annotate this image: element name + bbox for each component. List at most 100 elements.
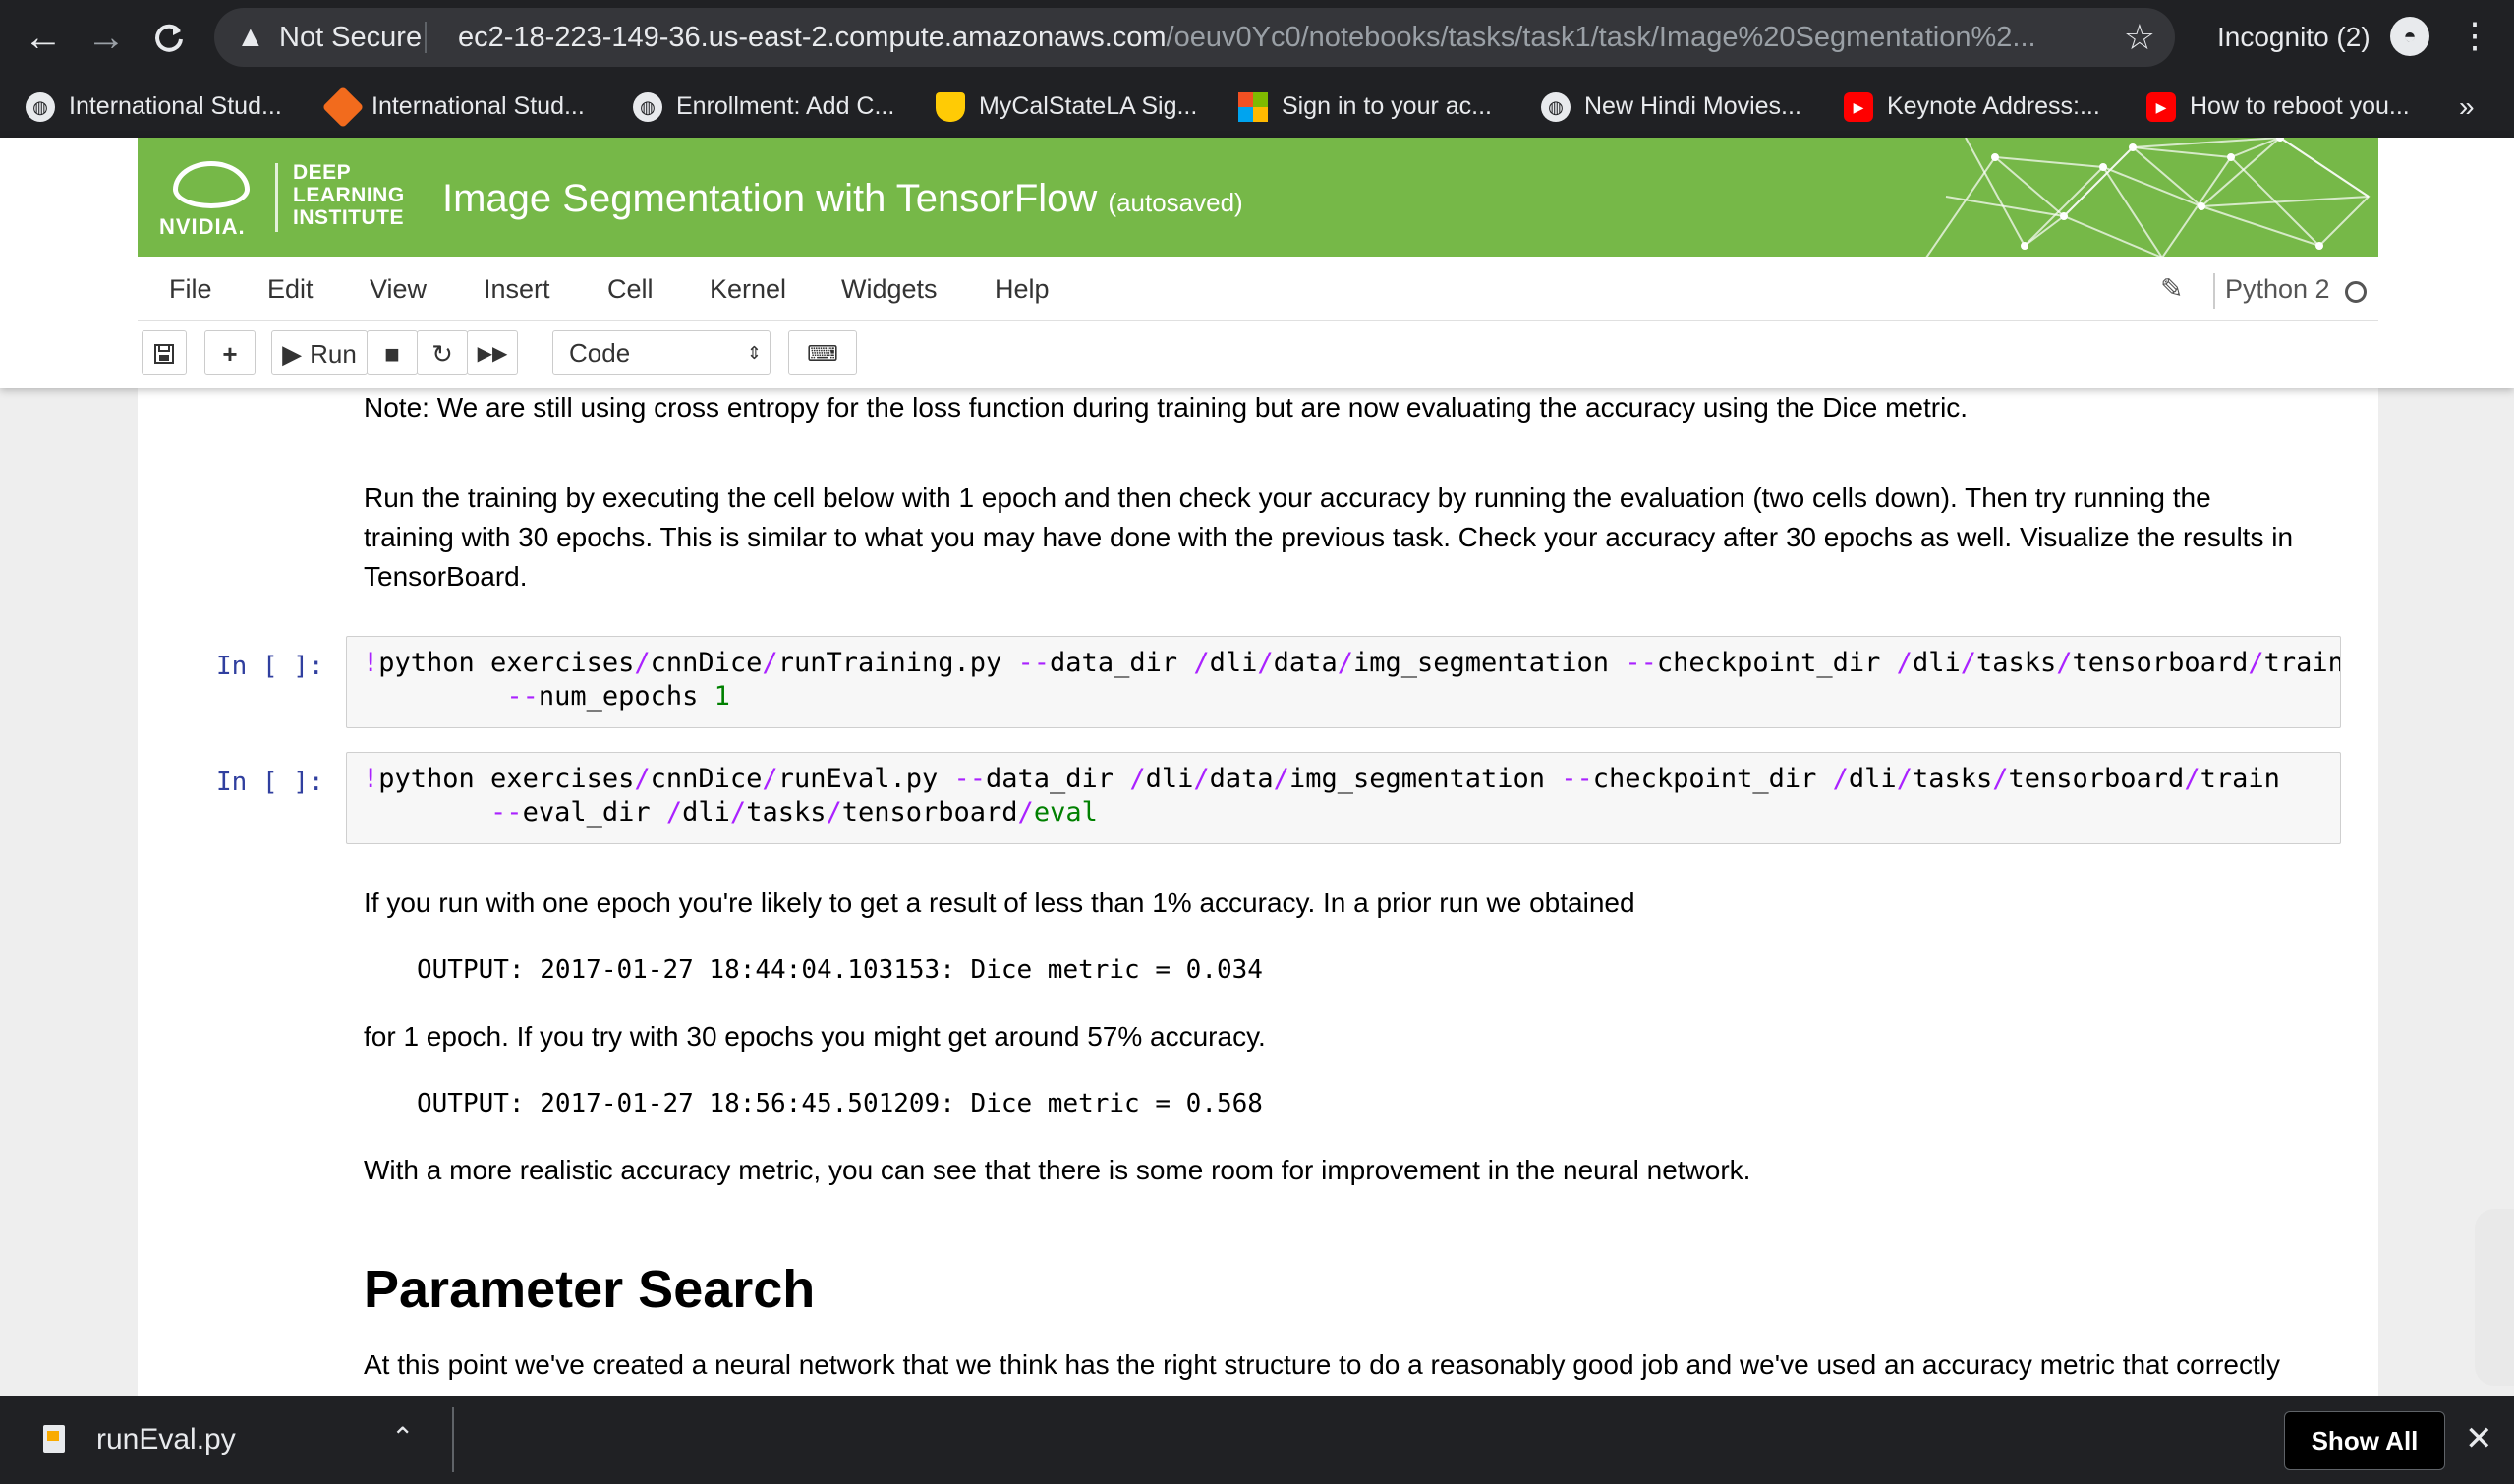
- browser-toolbar: ← → ▲ Not Secure ec2-18-223-149-36.us-ea…: [0, 0, 2514, 75]
- bookmark-1[interactable]: ◍ International Stud...: [26, 85, 282, 128]
- dli-line: INSTITUTE: [293, 206, 404, 229]
- bookmark-4[interactable]: MyCalStateLA Sig...: [936, 85, 1197, 128]
- incognito-icon[interactable]: ◓: [2390, 17, 2429, 56]
- notebook-title[interactable]: Image Segmentation with TensorFlow (auto…: [442, 173, 1243, 228]
- bookmark-label: New Hindi Movies...: [1584, 92, 1801, 120]
- menu-view[interactable]: View: [370, 257, 427, 320]
- select-arrows-icon: ⇕: [746, 343, 762, 363]
- bookmarks-bar: ◍ International Stud... International Stu…: [0, 75, 2514, 138]
- download-file-name[interactable]: runEval.py: [96, 1419, 236, 1460]
- file-icon: [43, 1425, 65, 1453]
- browser-menu-icon[interactable]: ⋮: [2457, 14, 2492, 57]
- bookmark-label: International Stud...: [371, 92, 585, 120]
- show-all-button[interactable]: Show All: [2284, 1411, 2445, 1470]
- menu-help[interactable]: Help: [995, 257, 1050, 320]
- orange-diamond-icon: [321, 86, 365, 129]
- shield-icon: [936, 92, 965, 123]
- nvidia-wordmark: NVIDIA.: [159, 214, 246, 239]
- menu-edit[interactable]: Edit: [267, 257, 314, 320]
- reload-icon[interactable]: [145, 14, 193, 61]
- bookmark-label: Keynote Address:...: [1887, 92, 2100, 120]
- jupyter-header: NVIDIA. DEEP LEARNING INSTITUTE Image Se…: [0, 138, 2514, 388]
- kernel-name[interactable]: Python 2: [2225, 257, 2330, 320]
- close-icon[interactable]: ✕: [2465, 1417, 2493, 1460]
- run-instructions: Run the training by executing the cell b…: [364, 479, 2310, 597]
- run-label: Run: [310, 339, 357, 369]
- stop-icon[interactable]: ■: [367, 330, 418, 375]
- incognito-label[interactable]: Incognito (2): [2217, 18, 2371, 57]
- address-bar[interactable]: ▲ Not Secure ec2-18-223-149-36.us-east-2…: [214, 8, 2175, 67]
- download-bar: runEval.py ⌃ Show All ✕: [0, 1396, 2514, 1484]
- notebook-menubar: File Edit View Insert Cell Kernel Widget…: [138, 257, 2378, 321]
- globe-icon: ◍: [26, 92, 55, 123]
- cell-prompt: In [ ]:: [216, 652, 324, 681]
- menu-kernel[interactable]: Kernel: [710, 257, 786, 320]
- save-icon[interactable]: [142, 330, 187, 375]
- warning-icon: ▲: [236, 21, 265, 53]
- download-divider: [452, 1407, 454, 1472]
- code-cell-eval[interactable]: !python exercises/cnnDice/runEval.py --d…: [346, 752, 2341, 844]
- para-line: training with 30 epochs. This is similar…: [364, 522, 2294, 552]
- url-host: ec2-18-223-149-36.us-east-2.compute.amaz…: [458, 22, 1167, 53]
- network-graphic-icon: [1925, 138, 2371, 257]
- keyboard-icon[interactable]: ⌨: [788, 330, 857, 375]
- star-icon[interactable]: ☆: [2124, 16, 2155, 59]
- menu-file[interactable]: File: [169, 257, 212, 320]
- run-button[interactable]: ▶ Run: [271, 330, 368, 375]
- notebook-page: Note: We are still using cross entropy f…: [138, 388, 2378, 1396]
- globe-icon: ◍: [633, 92, 662, 123]
- bookmark-8[interactable]: ▶ How to reboot you...: [2146, 85, 2410, 128]
- output-example-1: OUTPUT: 2017-01-27 18:44:04.103153: Dice…: [417, 955, 1263, 985]
- note-text: Note: We are still using cross entropy f…: [364, 392, 1969, 423]
- nvidia-eye-icon: [173, 161, 250, 208]
- kernel-divider: [2213, 273, 2215, 309]
- notebook-name: Image Segmentation with TensorFlow: [442, 177, 1098, 220]
- logo-divider: [275, 163, 278, 232]
- microsoft-icon: [1238, 92, 1268, 123]
- security-label[interactable]: Not Secure: [279, 18, 422, 57]
- bookmark-5[interactable]: Sign in to your ac...: [1238, 85, 1492, 128]
- nvidia-dli-logo: NVIDIA. DEEP LEARNING INSTITUTE: [159, 159, 404, 239]
- bookmark-label: Sign in to your ac...: [1282, 92, 1493, 120]
- bookmark-label: MyCalStateLA Sig...: [979, 92, 1198, 120]
- back-arrow-icon[interactable]: ←: [20, 14, 67, 61]
- pencil-icon[interactable]: ✎: [2160, 257, 2183, 320]
- code-line: !python exercises/cnnDice/runEval.py --d…: [363, 764, 2280, 794]
- dli-text: DEEP LEARNING INSTITUTE: [293, 161, 405, 229]
- result-text-2: for 1 epoch. If you try with 30 epochs y…: [364, 1021, 1266, 1052]
- parameter-search-text: At this point we've created a neural net…: [364, 1349, 2280, 1380]
- globe-icon: ◍: [1541, 92, 1571, 123]
- cell-type-select[interactable]: Code ⇕: [552, 330, 771, 375]
- page-scrollbar[interactable]: [2475, 1209, 2514, 1386]
- section-heading: Parameter Search: [364, 1260, 816, 1319]
- result-text-1: If you run with one epoch you're likely …: [364, 887, 1635, 918]
- restart-icon[interactable]: ↻: [417, 330, 468, 375]
- bookmark-6[interactable]: ◍ New Hindi Movies...: [1541, 85, 1801, 128]
- para-line: Run the training by executing the cell b…: [364, 483, 2211, 513]
- menu-insert[interactable]: Insert: [484, 257, 550, 320]
- notebook-banner: NVIDIA. DEEP LEARNING INSTITUTE Image Se…: [138, 138, 2378, 257]
- kernel-status-icon: [2345, 281, 2367, 303]
- autosave-status: (autosaved): [1108, 188, 1243, 217]
- cell-type-value: Code: [569, 338, 631, 368]
- add-cell-icon[interactable]: +: [204, 330, 256, 375]
- bookmark-7[interactable]: ▶ Keynote Address:...: [1844, 85, 2100, 128]
- code-cell-training[interactable]: !python exercises/cnnDice/runTraining.py…: [346, 636, 2341, 728]
- bookmarks-overflow-icon[interactable]: »: [2459, 92, 2475, 122]
- fast-forward-icon[interactable]: ▶▶: [467, 330, 518, 375]
- code-line: --eval_dir /dli/tasks/tensorboard/eval: [490, 797, 1098, 828]
- url-text[interactable]: ec2-18-223-149-36.us-east-2.compute.amaz…: [458, 18, 2036, 57]
- menu-widgets[interactable]: Widgets: [841, 257, 938, 320]
- output-example-2: OUTPUT: 2017-01-27 18:56:45.501209: Dice…: [417, 1089, 1263, 1118]
- code-line: !python exercises/cnnDice/runTraining.py…: [363, 648, 2341, 678]
- para-line: TensorBoard.: [364, 561, 528, 592]
- bookmark-2[interactable]: International Stud...: [321, 85, 585, 129]
- bookmark-3[interactable]: ◍ Enrollment: Add C...: [633, 85, 894, 128]
- youtube-icon: ▶: [2146, 92, 2176, 123]
- chevron-up-icon[interactable]: ⌃: [391, 1417, 414, 1458]
- youtube-icon: ▶: [1844, 92, 1873, 123]
- run-icon: ▶: [282, 339, 303, 369]
- bookmark-label: Enrollment: Add C...: [676, 92, 895, 120]
- forward-arrow-icon[interactable]: →: [83, 14, 130, 61]
- menu-cell[interactable]: Cell: [607, 257, 654, 320]
